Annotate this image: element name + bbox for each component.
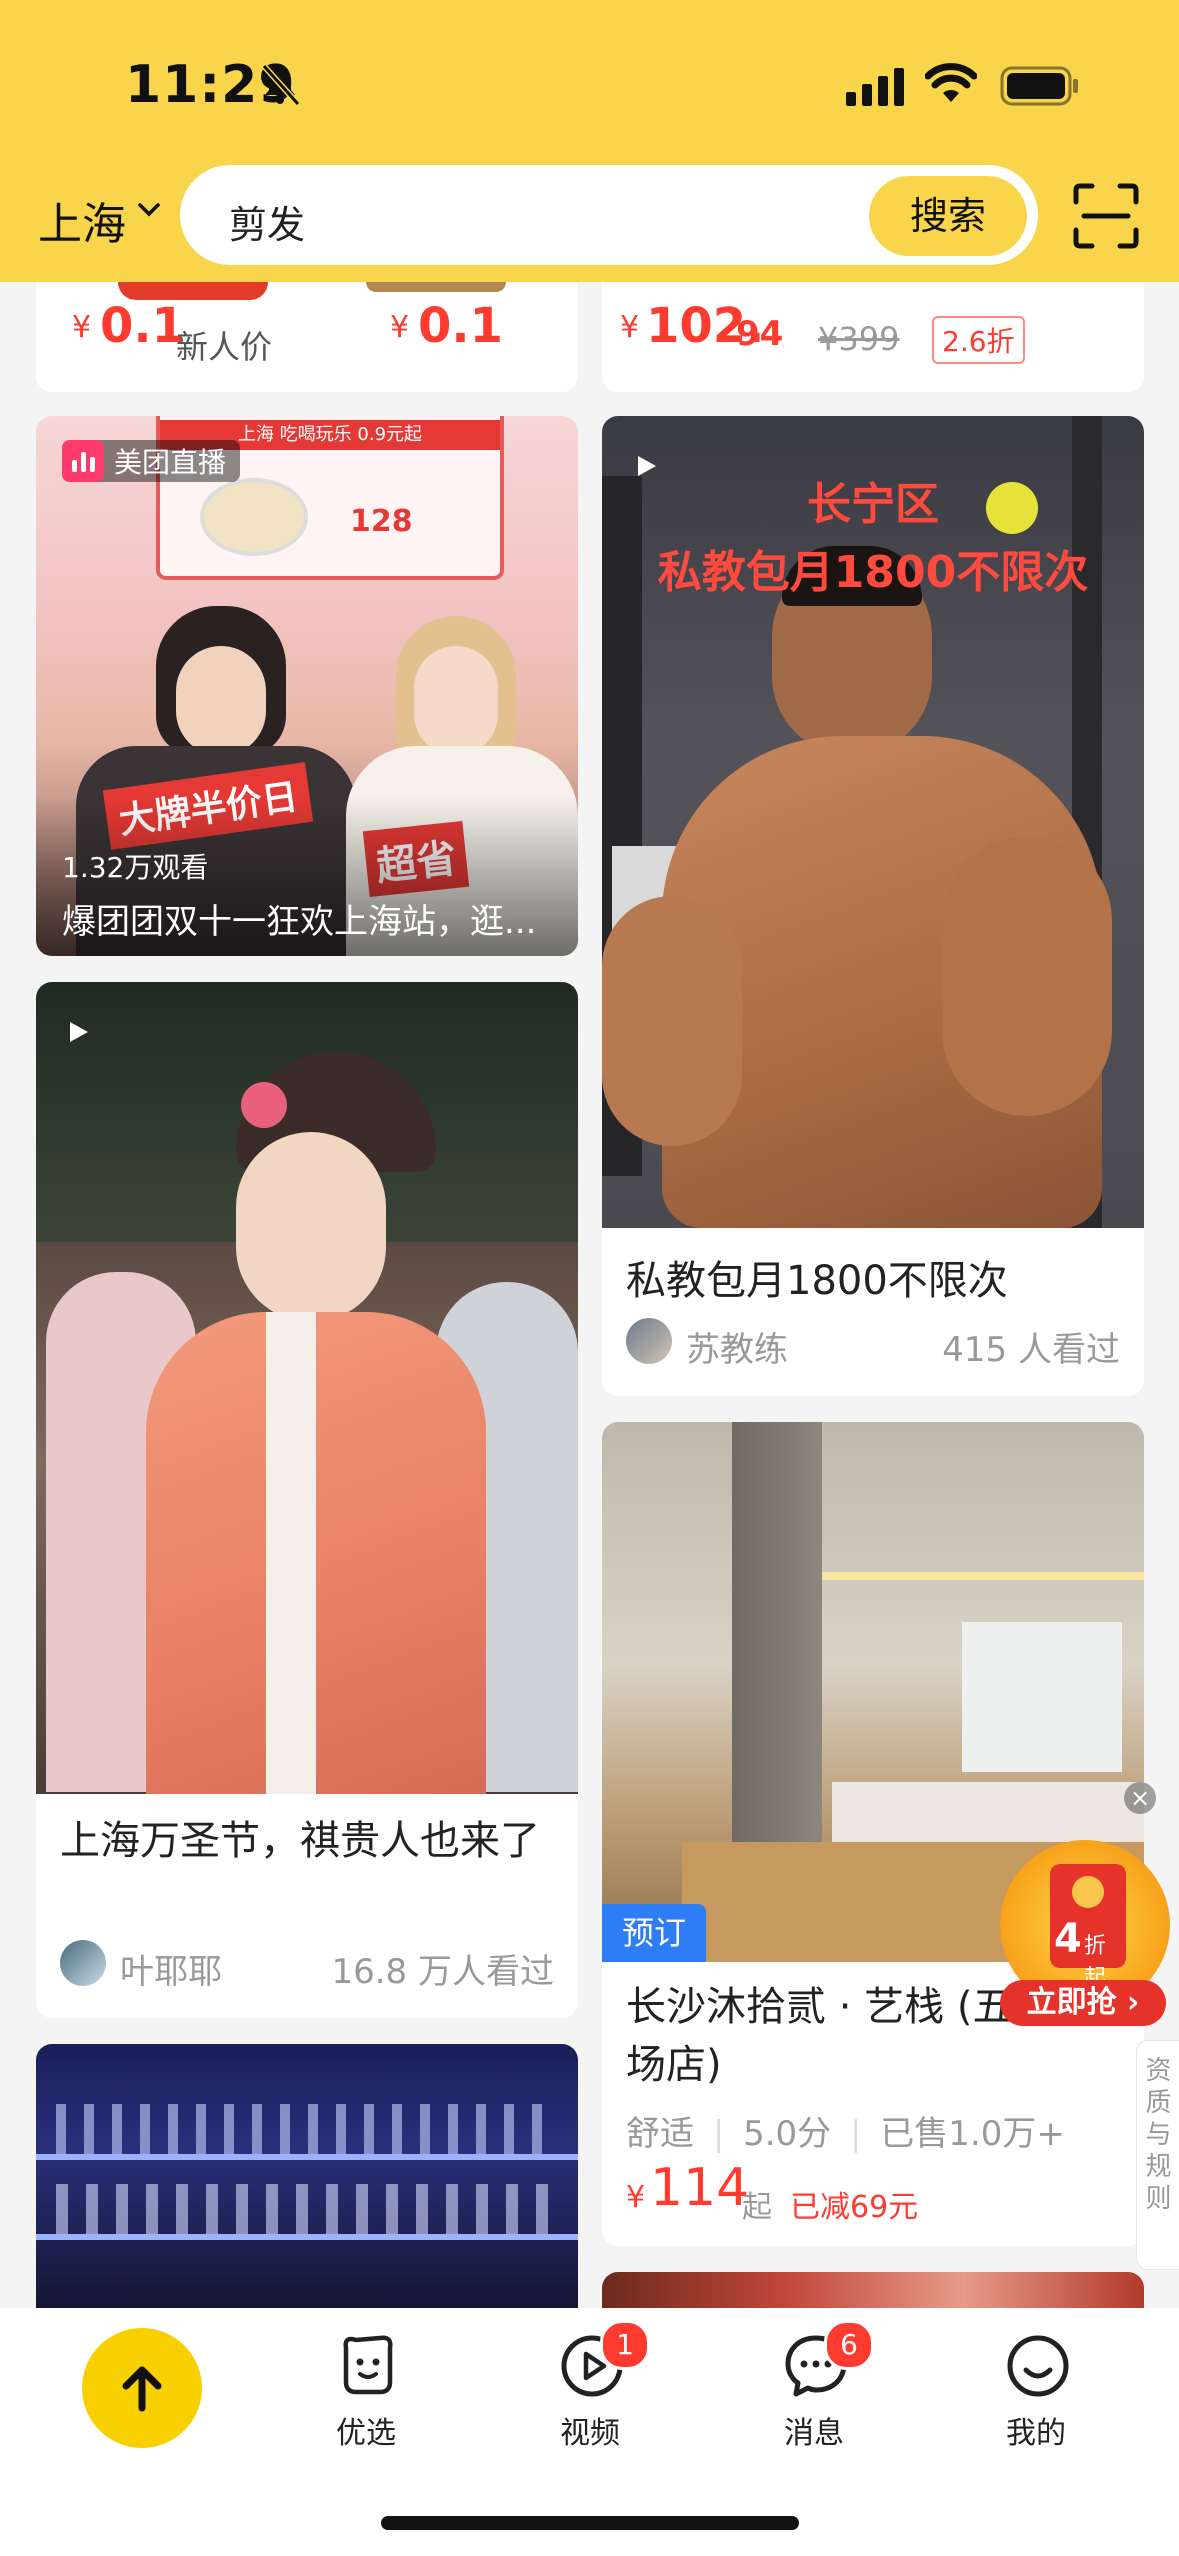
price-symbol: ¥ (72, 310, 92, 345)
card-title: 上海万圣节，祺贵人也来了 (60, 1818, 540, 1864)
bar-video-card[interactable] (36, 2044, 578, 2308)
live-icon (62, 440, 104, 482)
hotel-rating: 5.0分 (743, 2114, 832, 2154)
tab-label: 视频 (560, 2416, 620, 2451)
tab-video[interactable]: 1 视频 (520, 2308, 660, 2548)
avatar (626, 1318, 672, 1364)
price-value: 114 (650, 2158, 750, 2218)
arrow-up-icon (122, 2366, 162, 2412)
hotel-category: 舒适 (626, 2114, 694, 2154)
promo-price: 128 (350, 504, 413, 539)
deal-card-left[interactable]: ¥ 0.1 新人价 ¥ 0.1 (36, 282, 578, 392)
search-bar[interactable]: 剪发 搜索 (180, 165, 1038, 265)
notification-badge: 1 (600, 2320, 650, 2370)
red-envelope-icon: 4 折起 (1050, 1864, 1126, 1991)
silent-bell-icon (261, 63, 301, 106)
costume-robe (146, 1312, 486, 1794)
rules-label: 资质与规则 (1145, 2056, 1172, 2214)
discount-badge: 2.6折 (932, 316, 1025, 364)
booking-tag: 预订 (602, 1904, 706, 1962)
cellular-signal-icon (846, 68, 904, 106)
author-name: 苏教练 (686, 1330, 788, 1370)
costume-flower (241, 1082, 287, 1128)
host-female-face (414, 646, 498, 756)
shelf-light (36, 2234, 578, 2240)
top-header: 11:29 上海 剪发 搜索 (0, 0, 1179, 282)
food-card[interactable] (602, 2272, 1144, 2308)
trainer-video-image: 长宁区 私教包月1800不限次 (602, 416, 1144, 1228)
price-value: 0.1 (100, 298, 186, 354)
tab-youxuan[interactable]: 优选 (296, 2308, 436, 2548)
view-count: 16.8 万人看过 (331, 1952, 554, 1992)
costume-collar (266, 1312, 316, 1794)
overlay-district: 长宁区 (807, 479, 939, 530)
floating-promo[interactable]: 4 折起 立即抢 › (996, 1840, 1172, 2030)
price-symbol: ¥ (390, 310, 410, 345)
chevron-down-icon[interactable] (137, 202, 161, 218)
play-icon (70, 1022, 88, 1042)
bar-shelf-image (36, 2044, 578, 2308)
hotel-meta: 舒适 | 5.0分 | 已售1.0万+ (626, 2114, 1065, 2154)
trainer-arm (602, 896, 742, 1146)
shelf-light (36, 2154, 578, 2160)
wifi-icon (925, 63, 977, 102)
search-input[interactable]: 剪发 (229, 194, 305, 249)
host-male-face (176, 646, 266, 756)
avatar (60, 1940, 106, 1986)
trainer-video-card[interactable]: 长宁区 私教包月1800不限次 私教包月1800不限次 苏教练 415 人看过 (602, 416, 1144, 1396)
city-selector[interactable]: 上海 (38, 188, 126, 252)
bottle-row (56, 2184, 556, 2234)
discount-amount: 已减69元 (790, 2190, 919, 2225)
rules-side-tab[interactable]: 资质与规则 (1136, 2040, 1179, 2270)
scan-icon[interactable] (1072, 182, 1140, 250)
smiley-icon (1007, 2335, 1069, 2397)
live-title: 爆团团双十一狂欢上海站，逛... (62, 902, 537, 942)
author-name: 叶耶耶 (120, 1952, 222, 1992)
close-icon[interactable]: × (1124, 1782, 1156, 1814)
battery-icon (1000, 66, 1078, 106)
bottle-row (56, 2104, 556, 2154)
view-count: 415 人看过 (942, 1330, 1120, 1370)
tab-label: 优选 (336, 2416, 396, 2451)
original-price: ¥399 (818, 320, 900, 358)
trainer-arm (942, 836, 1112, 1116)
price-symbol: ¥ (620, 310, 640, 345)
live-badge-label: 美团直播 (114, 446, 227, 479)
search-button[interactable]: 搜索 (869, 176, 1027, 256)
food-plate (200, 478, 308, 556)
price-value: 0.1 (418, 298, 504, 354)
halloween-video-card[interactable]: 上海万圣节，祺贵人也来了 叶耶耶 16.8 万人看过 (36, 982, 578, 2018)
price-tag: 新人价 (176, 328, 273, 366)
halloween-video-image (36, 982, 578, 1794)
viewer-count: 1.32万观看 (62, 851, 209, 884)
room-window (962, 1622, 1122, 1772)
price-suffix: 起 (742, 2190, 772, 2225)
notification-badge: 6 (824, 2320, 874, 2370)
price-decimal: 94 (736, 314, 784, 354)
food-image (602, 2272, 1144, 2308)
tab-messages[interactable]: 6 消息 (744, 2308, 884, 2548)
product-thumb (366, 282, 506, 292)
deal-card-right[interactable]: ¥ 102. 94 ¥399 2.6折 (602, 282, 1144, 392)
costume-face (236, 1132, 386, 1322)
tab-profile[interactable]: 我的 (966, 2308, 1106, 2548)
play-icon (638, 456, 656, 476)
hotel-sold: 已售1.0万+ (880, 2114, 1065, 2154)
live-badge: 美团直播 (62, 440, 241, 482)
promo-discount-number: 4 (1054, 1916, 1082, 1962)
live-stream-card[interactable]: 上海 吃喝玩乐 0.9元起 128 大牌半价日 超省 美团直播 1.32万观看 … (36, 416, 578, 956)
tab-label: 消息 (784, 2416, 844, 2451)
overlay-headline: 私教包月1800不限次 (657, 547, 1089, 598)
home-indicator (381, 2516, 799, 2530)
hotel-deal-card[interactable]: 预订 长沙沐拾贰 · 艺栈 (五一广场店) 舒适 | 5.0分 | 已售1.0万… (602, 1422, 1144, 2246)
back-to-top-button[interactable] (82, 2328, 202, 2448)
promo-cta-button[interactable]: 立即抢 › (1000, 1980, 1166, 2026)
card-title: 私教包月1800不限次 (626, 1258, 1008, 1304)
tab-label: 我的 (1006, 2416, 1066, 2451)
price-symbol: ¥ (626, 2180, 646, 2215)
mascot-icon (343, 2335, 393, 2395)
